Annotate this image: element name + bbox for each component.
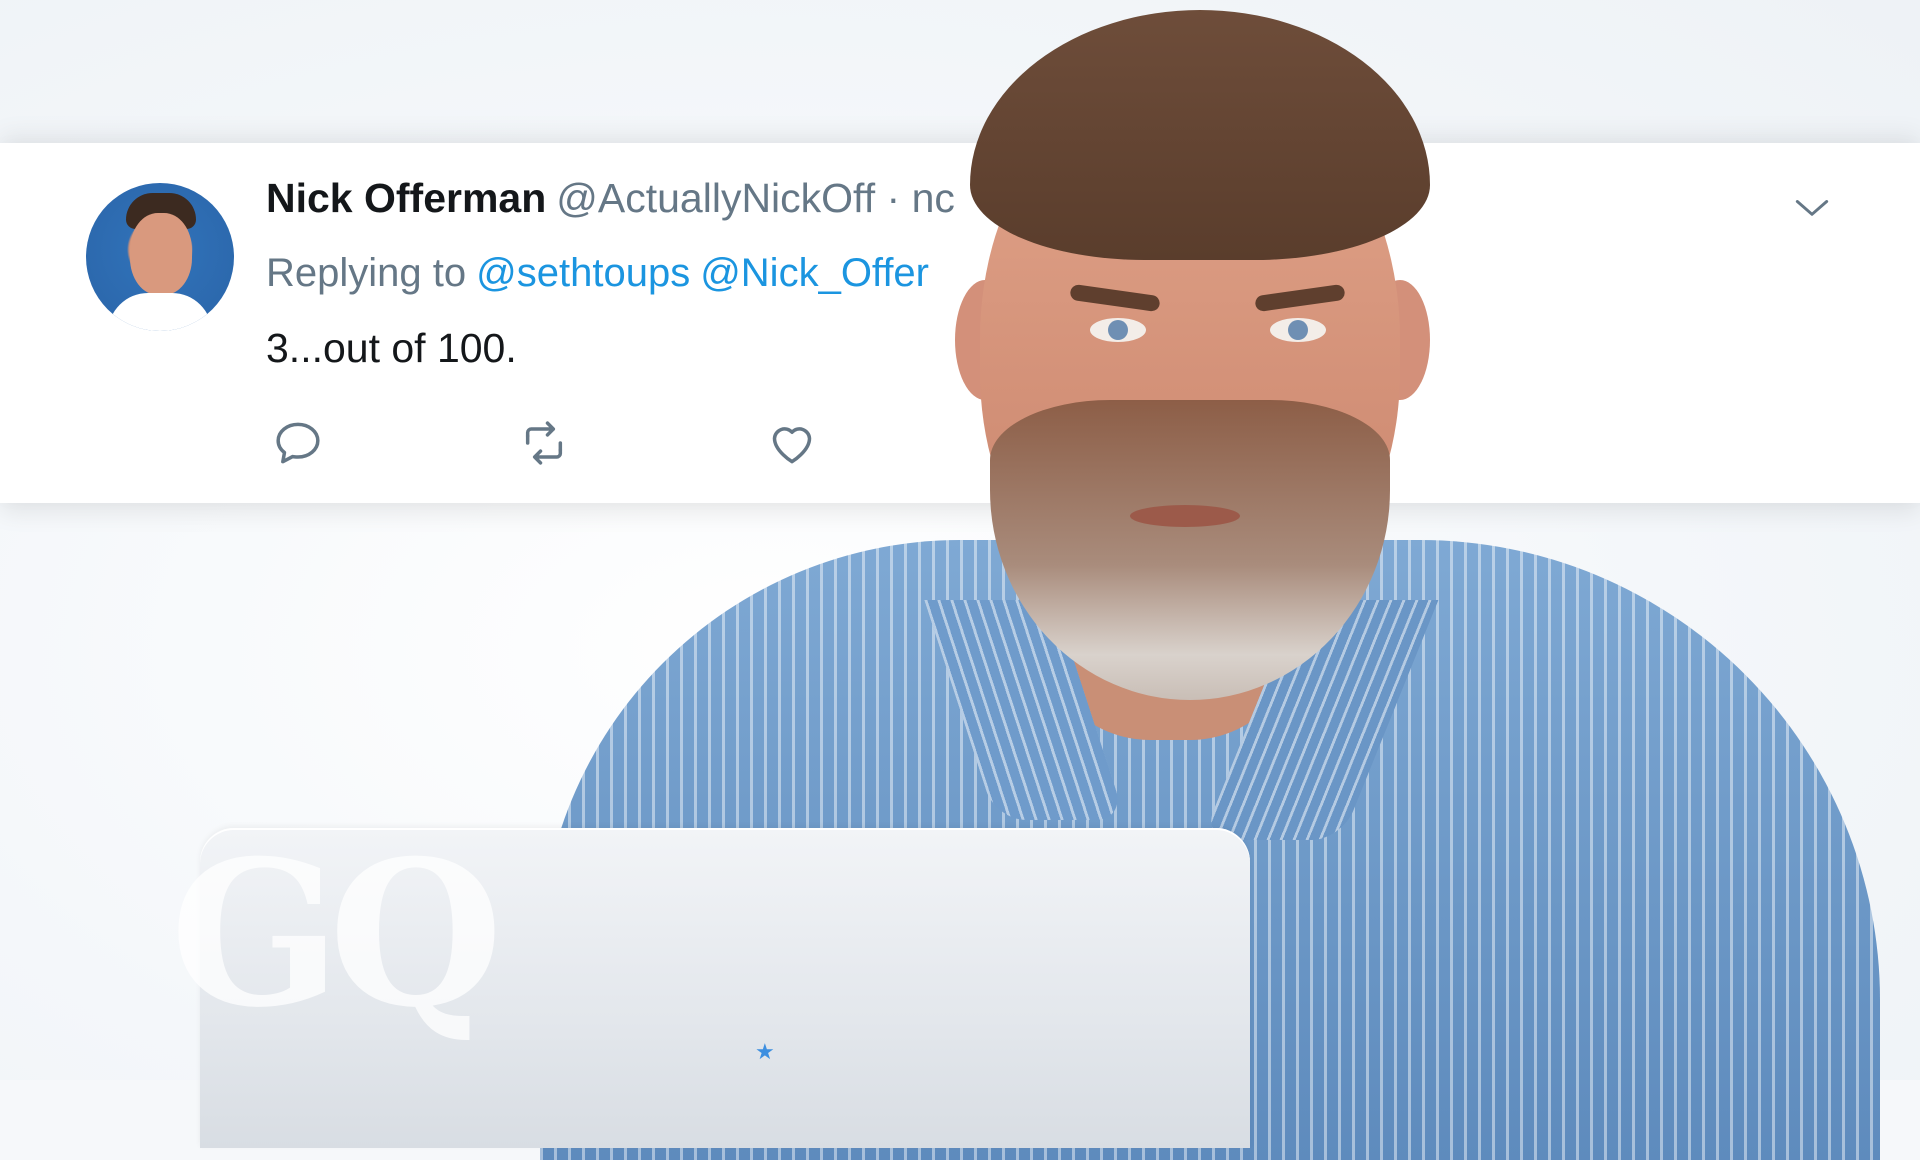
eye-left [1090,318,1146,342]
mouth [1130,505,1240,527]
star-sticker-icon: ★ [755,1040,775,1065]
hair [970,10,1430,260]
gq-watermark: GQ [170,817,503,1052]
video-frame: Nick Offerman @ActuallyNickOff · nc Reply… [0,0,1920,1160]
eye-right [1270,318,1326,342]
